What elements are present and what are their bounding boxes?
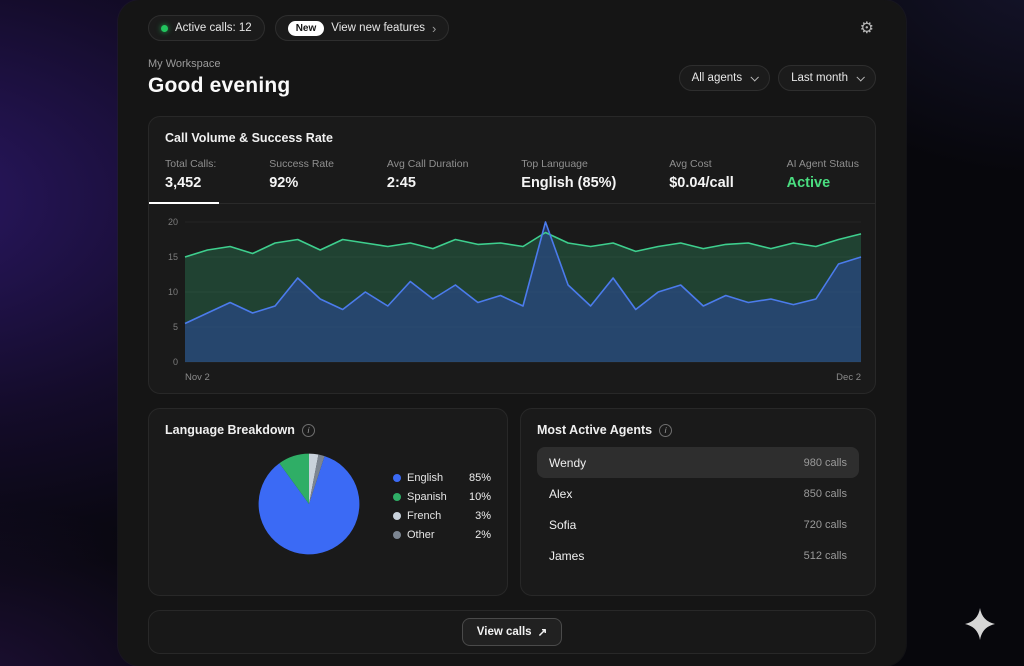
svg-text:20: 20 — [168, 217, 178, 227]
language-card-title: Language Breakdown — [165, 423, 295, 437]
stat-label: Top Language — [521, 158, 616, 170]
active-calls-pill[interactable]: Active calls: 12 — [148, 15, 265, 41]
svg-text:15: 15 — [168, 252, 178, 262]
svg-text:Nov 2: Nov 2 — [185, 372, 210, 383]
stat-success-rate[interactable]: Success Rate 92% — [269, 158, 334, 191]
legend-label: French — [407, 510, 441, 522]
stat-value: 3,452 — [165, 175, 216, 191]
agent-name: James — [549, 549, 584, 563]
agent-calls: 980 calls — [804, 457, 847, 469]
legend-dot-icon — [393, 474, 401, 482]
arrow-up-right-icon: ↗ — [538, 625, 548, 639]
stat-value: English (85%) — [521, 175, 616, 191]
legend-pct: 85% — [469, 472, 491, 484]
legend-item-french: French 3% — [393, 507, 491, 526]
workspace-label: My Workspace — [148, 58, 290, 70]
info-icon[interactable]: i — [659, 424, 672, 437]
stat-top-language[interactable]: Top Language English (85%) — [521, 158, 616, 191]
pie-legend: English 85% Spanish 10% French 3% — [393, 469, 491, 545]
svg-text:Dec 2: Dec 2 — [836, 372, 861, 383]
legend-label: Spanish — [407, 491, 447, 503]
chart-area: 0 5 10 15 20 Nov 2 Dec 2 — [149, 204, 875, 393]
stat-label: Total Calls: — [165, 158, 216, 170]
agent-row-alex[interactable]: Alex 850 calls — [537, 478, 859, 509]
call-volume-chart: 0 5 10 15 20 Nov 2 Dec 2 — [155, 212, 867, 384]
chevron-down-icon — [856, 73, 864, 81]
sparkle-icon — [962, 606, 998, 642]
stat-value: 92% — [269, 175, 334, 191]
agent-row-sofia[interactable]: Sofia 720 calls — [537, 509, 859, 540]
view-calls-button[interactable]: View calls ↗ — [462, 618, 562, 646]
legend-item-spanish: Spanish 10% — [393, 488, 491, 507]
status-badge: Active — [787, 175, 859, 191]
active-calls-label: Active calls: 12 — [175, 22, 252, 34]
stat-agent-status[interactable]: AI Agent Status Active — [787, 158, 859, 191]
svg-text:5: 5 — [173, 322, 178, 332]
greeting-block: My Workspace Good evening — [148, 58, 290, 98]
agents-list: Wendy 980 calls Alex 850 calls Sofia 720… — [537, 447, 859, 571]
filters: All agents Last month — [679, 65, 876, 91]
new-features-pill[interactable]: New View new features › — [275, 15, 450, 41]
agent-calls: 720 calls — [804, 519, 847, 531]
settings-button[interactable]: ⚙ — [858, 16, 876, 40]
agent-name: Alex — [549, 487, 572, 501]
call-volume-card-title: Call Volume & Success Rate — [165, 131, 859, 145]
gear-icon: ⚙ — [860, 20, 874, 37]
legend-label: English — [407, 472, 443, 484]
legend-item-english: English 85% — [393, 469, 491, 488]
screen: Active calls: 12 New View new features ›… — [0, 0, 1024, 666]
view-calls-label: View calls — [477, 626, 532, 638]
agent-row-wendy[interactable]: Wendy 980 calls — [537, 447, 859, 478]
language-breakdown-card: Language Breakdown i English 85% — [148, 408, 508, 596]
agent-calls: 850 calls — [804, 488, 847, 500]
agent-calls: 512 calls — [804, 550, 847, 562]
agent-name: Sofia — [549, 518, 576, 532]
language-pie-chart — [253, 448, 365, 565]
bottom-row: Language Breakdown i English 85% — [148, 408, 876, 596]
date-filter-dropdown[interactable]: Last month — [778, 65, 876, 91]
legend-pct: 2% — [475, 529, 491, 541]
new-badge: New — [288, 21, 325, 36]
svg-text:0: 0 — [173, 357, 178, 367]
stats-row: Total Calls: 3,452 Success Rate 92% Avg … — [149, 158, 875, 204]
agents-filter-dropdown[interactable]: All agents — [679, 65, 771, 91]
legend-dot-icon — [393, 493, 401, 501]
legend-dot-icon — [393, 531, 401, 539]
agents-filter-label: All agents — [692, 72, 743, 84]
stat-avg-cost[interactable]: Avg Cost $0.04/call — [669, 158, 734, 191]
agent-name: Wendy — [549, 456, 586, 470]
page-header: My Workspace Good evening All agents Las… — [148, 58, 876, 98]
stat-total-calls[interactable]: Total Calls: 3,452 — [165, 158, 216, 191]
legend-pct: 3% — [475, 510, 491, 522]
legend-pct: 10% — [469, 491, 491, 503]
stat-label: AI Agent Status — [787, 158, 859, 170]
footer-strip: View calls ↗ — [148, 610, 876, 654]
chevron-down-icon — [751, 73, 759, 81]
new-features-label: View new features — [331, 22, 425, 34]
info-icon[interactable]: i — [302, 424, 315, 437]
stat-avg-duration[interactable]: Avg Call Duration 2:45 — [387, 158, 469, 191]
chevron-right-icon: › — [432, 22, 436, 35]
stat-label: Avg Call Duration — [387, 158, 469, 170]
date-filter-label: Last month — [791, 72, 848, 84]
agent-row-james[interactable]: James 512 calls — [537, 540, 859, 571]
most-active-agents-card: Most Active Agents i Wendy 980 calls Ale… — [520, 408, 876, 596]
stat-label: Success Rate — [269, 158, 334, 170]
legend-label: Other — [407, 529, 435, 541]
app-panel: Active calls: 12 New View new features ›… — [118, 0, 906, 666]
call-volume-card: Call Volume & Success Rate Total Calls: … — [148, 116, 876, 394]
legend-item-other: Other 2% — [393, 526, 491, 545]
agents-card-title: Most Active Agents — [537, 423, 652, 437]
page-title: Good evening — [148, 74, 290, 98]
legend-dot-icon — [393, 512, 401, 520]
stat-value: $0.04/call — [669, 175, 734, 191]
stat-label: Avg Cost — [669, 158, 734, 170]
svg-text:10: 10 — [168, 287, 178, 297]
stat-value: 2:45 — [387, 175, 469, 191]
active-status-dot-icon — [161, 25, 168, 32]
topbar: Active calls: 12 New View new features ›… — [148, 12, 876, 44]
